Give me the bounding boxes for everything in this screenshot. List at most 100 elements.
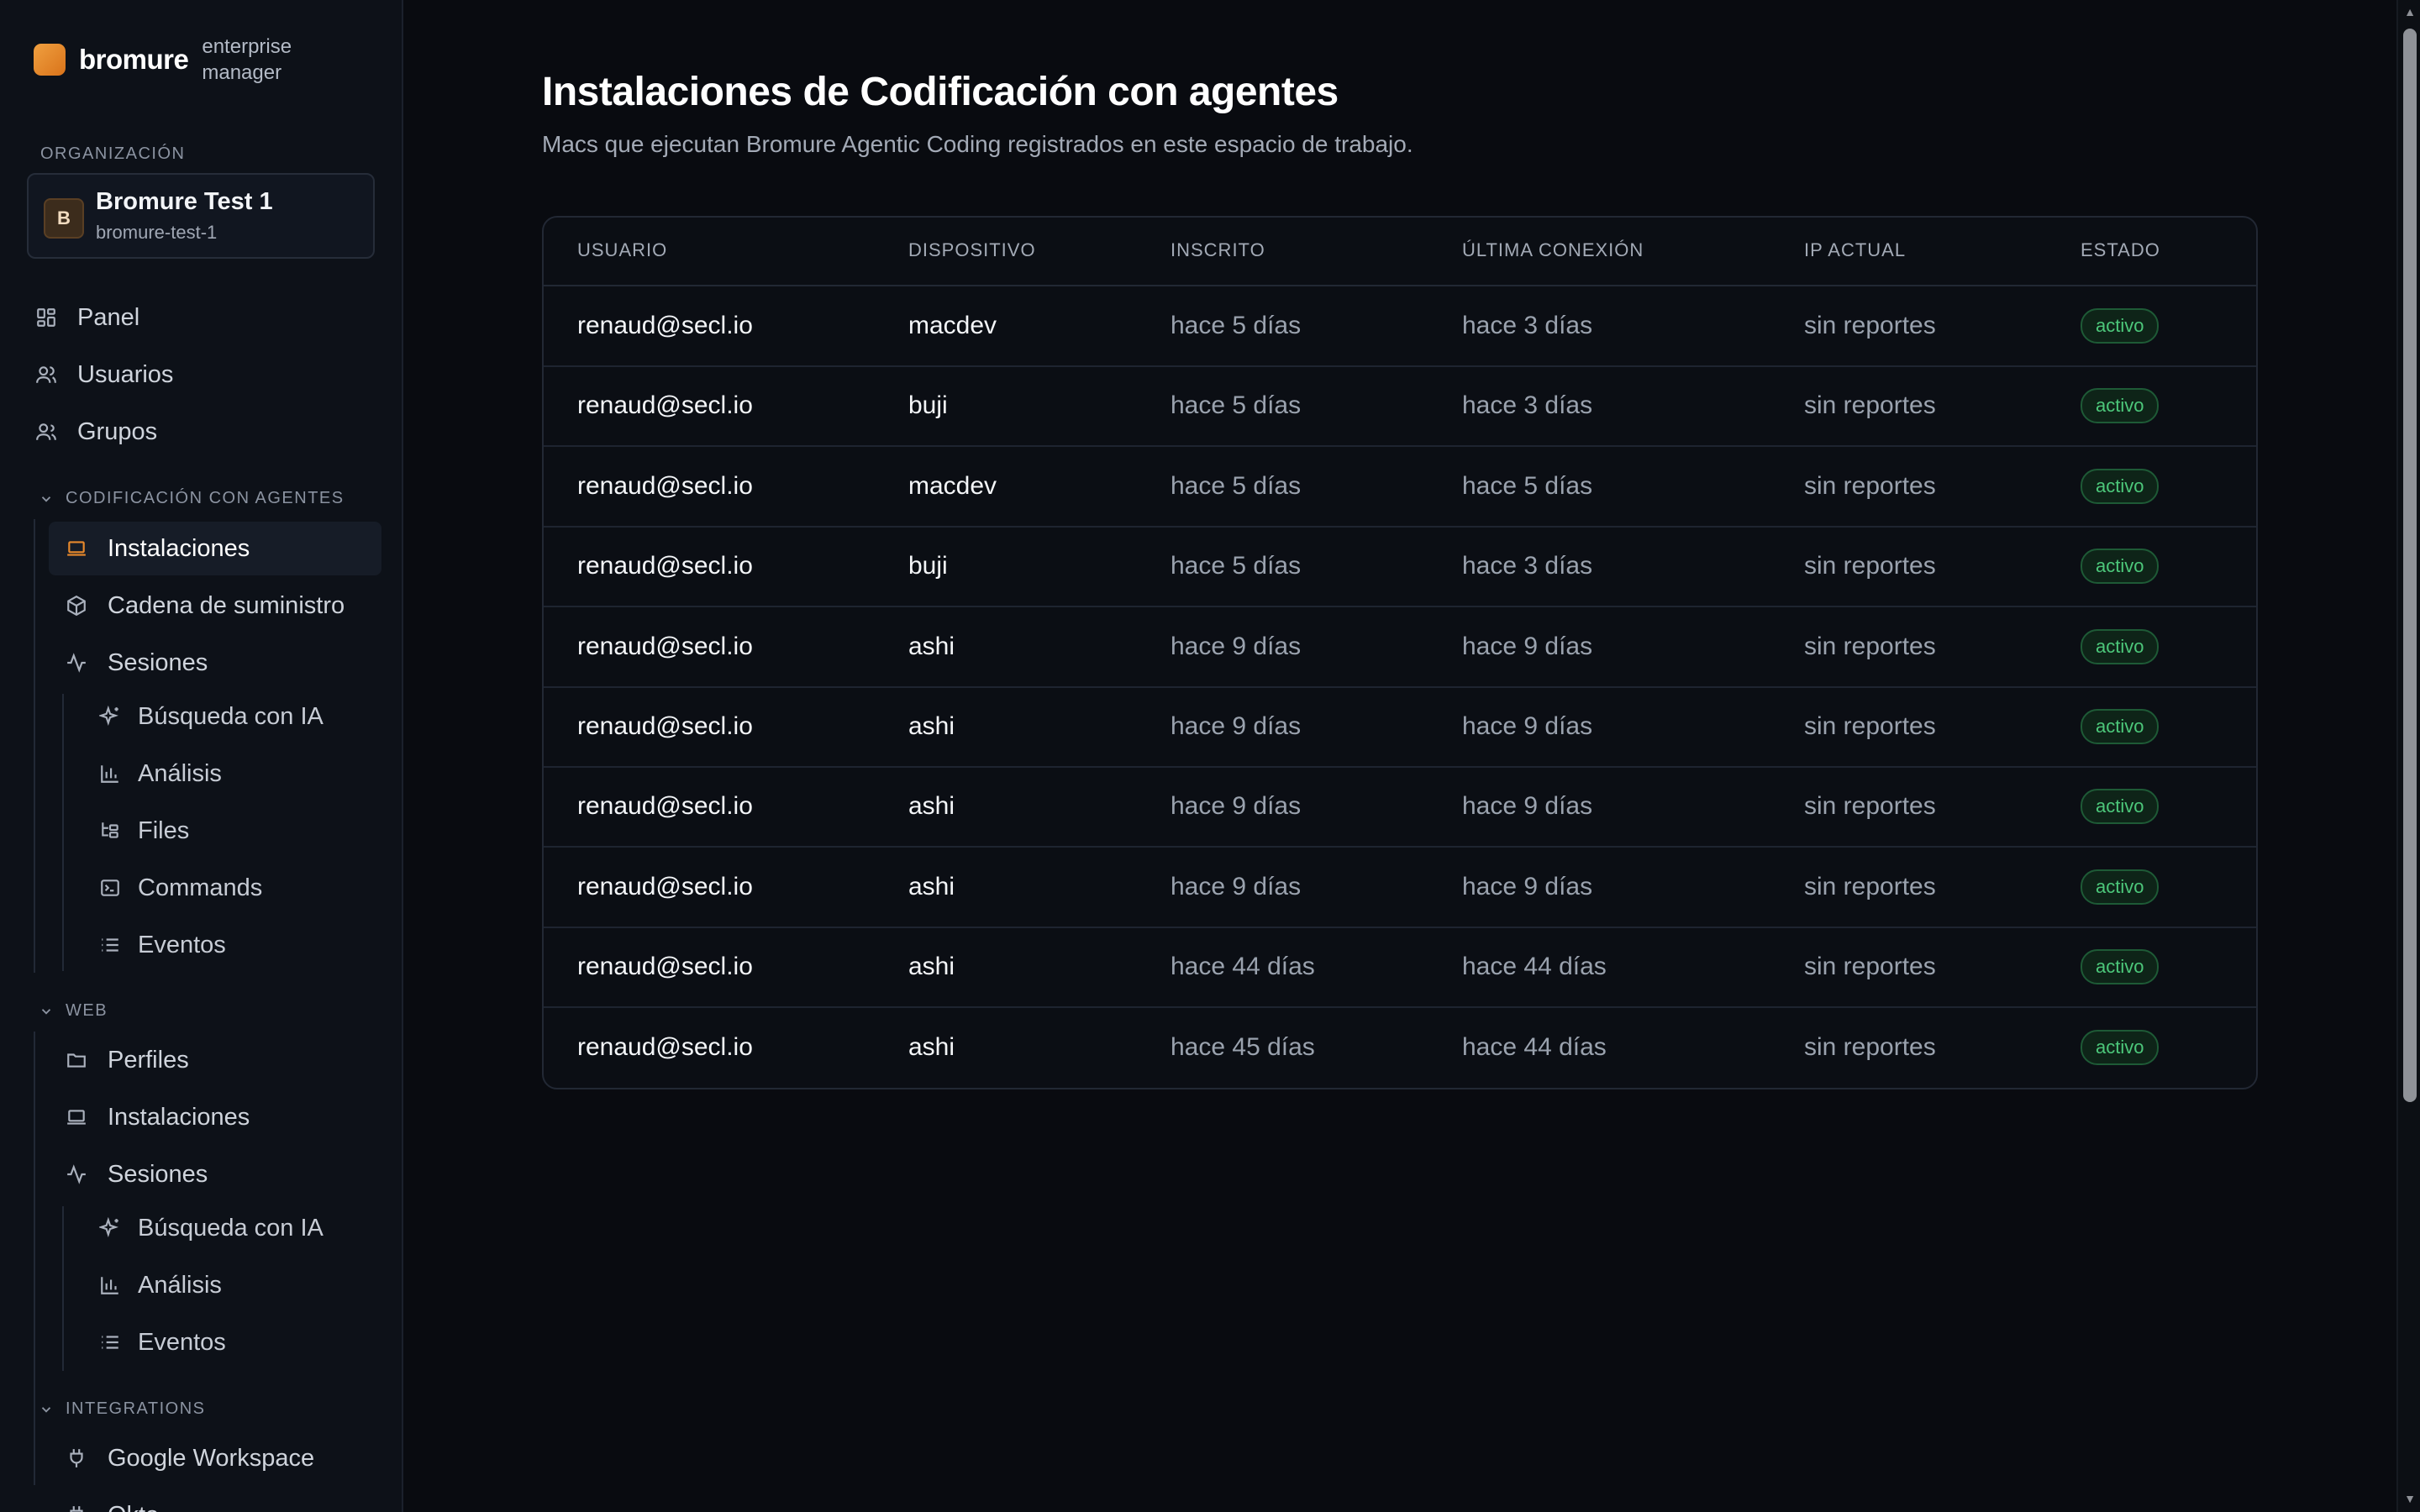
section-label: INTEGRATIONS (66, 1399, 206, 1418)
section-label: CODIFICACIÓN CON AGENTES (66, 489, 345, 507)
nav-agent-commands[interactable]: Commands (99, 861, 262, 915)
nav-agent-cadena[interactable]: Cadena de suministro (66, 579, 345, 633)
table-row[interactable]: renaud@secl.io ashi hace 44 días hace 44 dí… (544, 927, 2256, 1009)
cell-ultima-conexion: hace 44 días (1462, 1032, 1607, 1061)
laptop-icon (66, 1106, 87, 1128)
column-header-dispositivo[interactable]: DISPOSITIVO (908, 239, 1036, 261)
status-badge: activo (2081, 949, 2160, 985)
cell-ip-actual: sin reportes (1804, 872, 1936, 900)
users-icon (35, 364, 57, 386)
column-header-ip-actual[interactable]: IP ACTUAL (1804, 239, 1906, 261)
status-badge: activo (2081, 869, 2160, 905)
nav-panel[interactable]: Panel (35, 291, 139, 344)
dashboard-icon (35, 307, 57, 328)
column-header-usuario[interactable]: USUARIO (577, 239, 667, 261)
nav-agent-instalaciones[interactable]: Instalaciones (49, 522, 381, 575)
nav-label: Eventos (138, 1328, 226, 1356)
cell-dispositivo: ashi (908, 1032, 955, 1061)
brand-subtitle: enterprise manager (202, 35, 292, 84)
nav-web-analisis[interactable]: Análisis (99, 1258, 222, 1312)
package-icon (66, 595, 87, 617)
nav-web-sesiones[interactable]: Sesiones (66, 1147, 208, 1201)
cell-dispositivo: macdev (908, 312, 997, 339)
plug-icon (66, 1447, 87, 1469)
table-row[interactable]: renaud@secl.io ashi hace 45 días hace 44 dí… (544, 1008, 2256, 1087)
nav-label: Usuarios (77, 360, 174, 388)
status-badge: activo (2081, 628, 2160, 664)
scroll-down-icon[interactable]: ▼ (2403, 1492, 2417, 1505)
scrollbar-thumb[interactable] (2403, 29, 2417, 1102)
brand[interactable]: bromure enterprise manager (34, 34, 319, 86)
nav-grupos[interactable]: Grupos (35, 405, 157, 459)
cell-usuario: renaud@secl.io (577, 953, 753, 981)
cell-ultima-conexion: hace 3 días (1462, 312, 1593, 339)
nav-web-eventos[interactable]: Eventos (99, 1315, 226, 1369)
cell-ultima-conexion: hace 9 días (1462, 712, 1593, 740)
chevron-down-icon (41, 496, 51, 502)
cell-ultima-conexion: hace 5 días (1462, 471, 1593, 500)
cell-dispositivo: ashi (908, 872, 955, 900)
nav-agent-busqueda[interactable]: Búsqueda con IA (99, 690, 324, 743)
table-header: USUARIO DISPOSITIVO INSCRITO ÚLTIMA CONE… (544, 218, 2256, 286)
section-toggle-agentes[interactable]: CODIFICACIÓN CON AGENTES (39, 489, 345, 508)
activity-icon (66, 1163, 87, 1185)
terminal-icon (99, 877, 121, 899)
cell-ip-actual: sin reportes (1804, 632, 1936, 660)
table-row[interactable]: renaud@secl.io ashi hace 9 días hace 9 días… (544, 687, 2256, 768)
section-toggle-integrations[interactable]: INTEGRATIONS (39, 1399, 206, 1419)
cell-inscrito: hace 9 días (1171, 792, 1302, 821)
nav-label: Sesiones (108, 1160, 208, 1188)
status-badge: activo (2081, 388, 2160, 424)
nav-okta[interactable]: Okta (66, 1488, 159, 1512)
nav-web-busqueda[interactable]: Búsqueda con IA (99, 1201, 324, 1255)
section-guide-line (34, 519, 35, 973)
column-header-ultima-conexion[interactable]: ÚLTIMA CONEXIÓN (1462, 239, 1644, 261)
org-switcher[interactable]: B Bromure Test 1 bromure-test-1 (27, 173, 375, 259)
cell-ultima-conexion: hace 9 días (1462, 792, 1593, 821)
cell-dispositivo: ashi (908, 712, 955, 740)
nav-agent-sesiones[interactable]: Sesiones (66, 636, 208, 690)
list-icon (99, 1331, 121, 1353)
table-row[interactable]: renaud@secl.io ashi hace 9 días hace 9 días… (544, 767, 2256, 848)
column-header-estado[interactable]: ESTADO (2081, 239, 2160, 261)
cell-inscrito: hace 45 días (1171, 1032, 1315, 1061)
section-toggle-web[interactable]: WEB (39, 1001, 108, 1021)
cell-dispositivo: ashi (908, 792, 955, 821)
cell-usuario: renaud@secl.io (577, 792, 753, 821)
status-badge: activo (2081, 468, 2160, 504)
bar-chart-icon (99, 763, 121, 785)
cell-usuario: renaud@secl.io (577, 1032, 753, 1061)
page-scrollbar[interactable]: ▲ ▼ (2396, 0, 2420, 1512)
brand-logo-icon (34, 44, 66, 76)
table-row[interactable]: renaud@secl.io macdev hace 5 días hace 5 dí… (544, 447, 2256, 528)
table-row[interactable]: renaud@secl.io ashi hace 9 días hace 9 días… (544, 607, 2256, 688)
laptop-icon (66, 538, 87, 559)
nav-agent-files[interactable]: Files (99, 804, 189, 858)
nav-web-perfiles[interactable]: Perfiles (66, 1033, 189, 1087)
sidebar: bromure enterprise manager ORGANIZACIÓN … (0, 0, 403, 1512)
cell-ip-actual: sin reportes (1804, 792, 1936, 821)
nav-google-workspace[interactable]: Google Workspace (66, 1431, 314, 1485)
cell-ultima-conexion: hace 9 días (1462, 632, 1593, 660)
nav-usuarios[interactable]: Usuarios (35, 348, 173, 402)
sparkles-icon (99, 706, 121, 727)
table-row[interactable]: renaud@secl.io ashi hace 9 días hace 9 días… (544, 848, 2256, 928)
nav-agent-analisis[interactable]: Análisis (99, 747, 222, 801)
nav-label: Grupos (77, 417, 158, 445)
table-row[interactable]: renaud@secl.io buji hace 5 días hace 3 días… (544, 366, 2256, 448)
nav-web-instalaciones[interactable]: Instalaciones (66, 1090, 250, 1144)
nav-label: Panel (77, 303, 140, 331)
status-badge: activo (2081, 308, 2160, 344)
org-slug: bromure-test-1 (96, 222, 218, 243)
cell-ip-actual: sin reportes (1804, 471, 1936, 500)
groups-icon (35, 421, 57, 443)
column-header-inscrito[interactable]: INSCRITO (1171, 239, 1265, 261)
nav-agent-eventos[interactable]: Eventos (99, 918, 226, 972)
status-badge: activo (2081, 709, 2160, 744)
cell-dispositivo: buji (908, 552, 948, 580)
scroll-up-icon[interactable]: ▲ (2403, 5, 2417, 18)
cell-ip-actual: sin reportes (1804, 1032, 1936, 1061)
table-row[interactable]: renaud@secl.io buji hace 5 días hace 3 días… (544, 527, 2256, 608)
table-row[interactable]: renaud@secl.io macdev hace 5 días hace 3 dí… (544, 286, 2256, 367)
status-badge: activo (2081, 789, 2160, 825)
